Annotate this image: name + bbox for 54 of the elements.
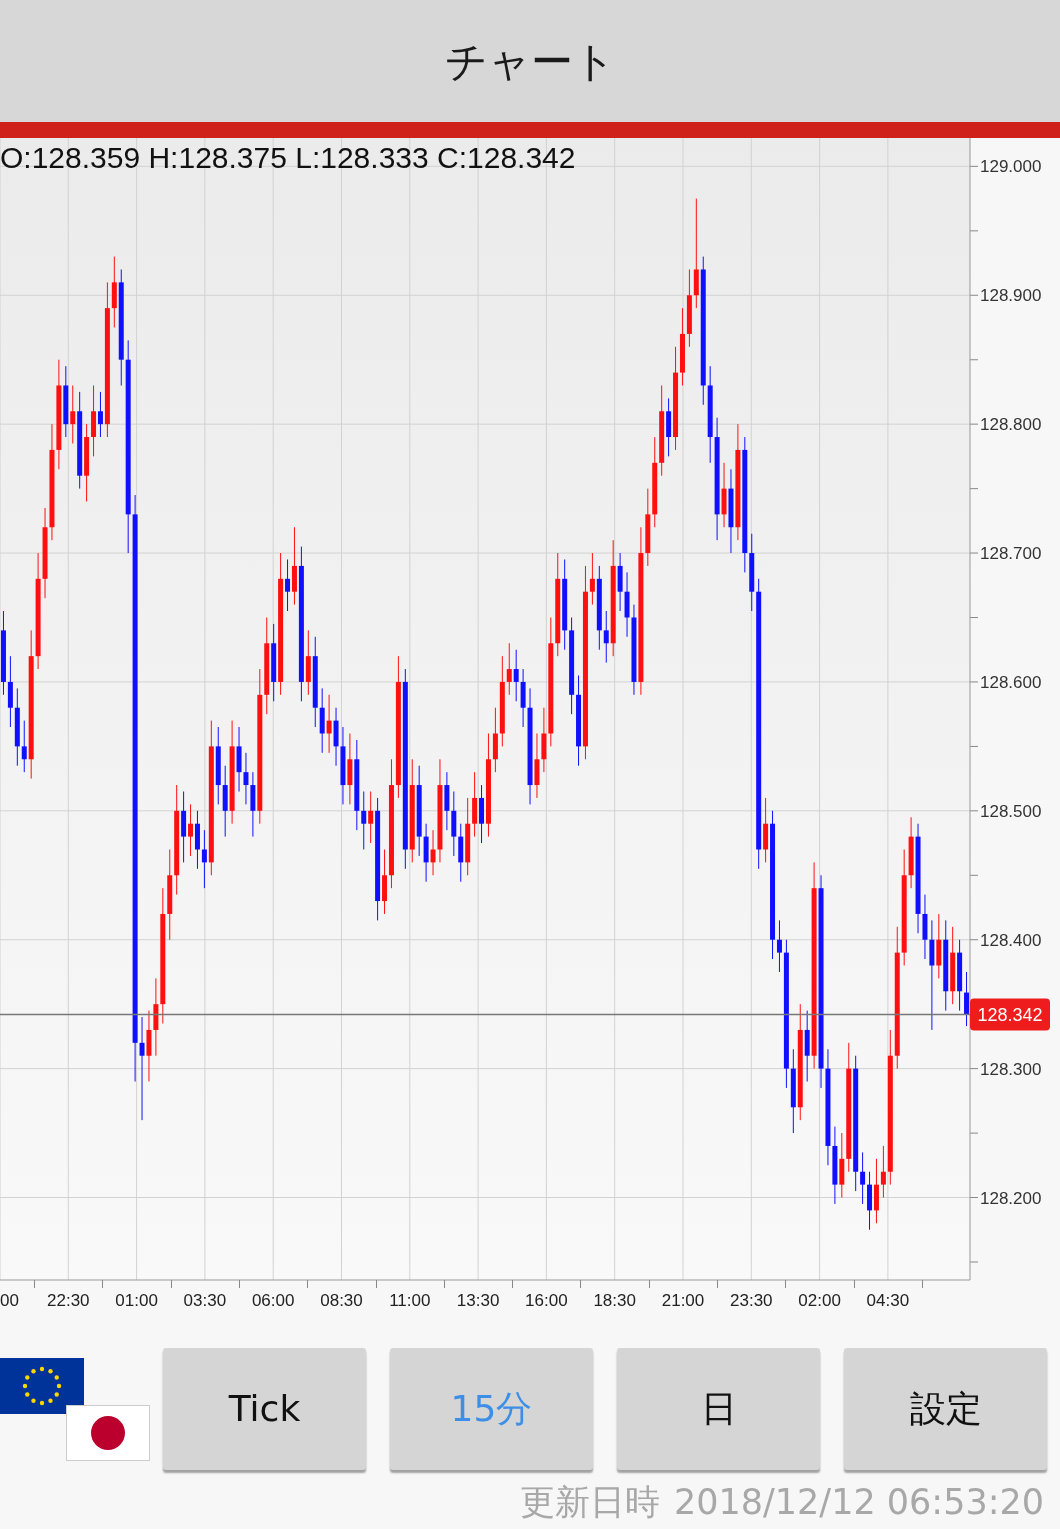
timeframe-button[interactable]: 日	[617, 1348, 820, 1470]
candlestick	[243, 752, 249, 805]
price-axis-label: 128.800	[980, 415, 1042, 435]
price-axis-label: 129.000	[980, 157, 1042, 177]
updated-timestamp: 2018/12/12 06:53:20	[673, 1482, 1044, 1522]
candlestick	[430, 829, 436, 876]
updated-label: 更新日時	[519, 1482, 660, 1522]
ohlc-readout: O:128.359 H:128.375 L:128.333 C:128.342	[0, 140, 576, 176]
time-axis-label: 13:30	[456, 1291, 500, 1311]
candlestick	[589, 552, 595, 606]
candlestick	[97, 391, 103, 438]
candlestick	[860, 1151, 866, 1205]
current-price-tag: 128.342	[970, 998, 1050, 1031]
window-title: チャート	[444, 35, 616, 88]
price-axis-label: 128.700	[980, 544, 1042, 564]
candlestick	[776, 919, 782, 973]
price-axis-label: 128.500	[980, 801, 1042, 821]
time-axis-label: 11:00	[389, 1291, 431, 1311]
time-axis-label: 00	[0, 1291, 19, 1311]
time-axis-label: 02:00	[798, 1291, 841, 1311]
time-axis-label: 16:00	[525, 1291, 568, 1311]
timeframe-button[interactable]: 設定	[844, 1348, 1047, 1470]
candlestick	[326, 694, 332, 754]
candlestick	[603, 610, 609, 664]
time-axis-label: 21:00	[661, 1291, 705, 1311]
price-axis-label: 128.600	[980, 672, 1042, 692]
time-axis-label: 08:30	[320, 1291, 363, 1311]
time-axis-label: 03:30	[183, 1291, 227, 1311]
candlestick	[513, 649, 519, 702]
candlestick	[368, 790, 374, 844]
time-axis-label: 01:00	[115, 1291, 158, 1311]
candlestick	[188, 803, 194, 857]
price-axis-label: 128.900	[980, 286, 1042, 306]
ref-line-label: 128.342	[977, 1005, 1043, 1026]
time-axis-label: 04:30	[866, 1291, 910, 1311]
time-axis-label: 22:30	[47, 1291, 90, 1311]
price-axis-label: 128.200	[980, 1188, 1042, 1208]
timeframe-button[interactable]: Tick	[163, 1348, 366, 1470]
candlestick	[361, 790, 367, 850]
candlestick	[139, 1016, 145, 1121]
candlestick	[285, 558, 291, 612]
candlestick	[201, 829, 207, 889]
time-axis-label: 23:30	[730, 1291, 773, 1311]
time-axis-label: 06:00	[251, 1291, 295, 1311]
candlestick	[506, 642, 512, 696]
price-axis-label: 128.300	[980, 1059, 1042, 1079]
price-axis-label: 128.400	[980, 930, 1042, 950]
candlestick	[880, 1145, 886, 1199]
japan-flag-icon	[66, 1405, 150, 1461]
candlestick	[21, 720, 27, 773]
candlestick	[70, 384, 76, 444]
time-axis-label: 18:30	[593, 1291, 636, 1311]
eu-flag-icon	[0, 1358, 84, 1414]
candlestick	[964, 971, 970, 1027]
